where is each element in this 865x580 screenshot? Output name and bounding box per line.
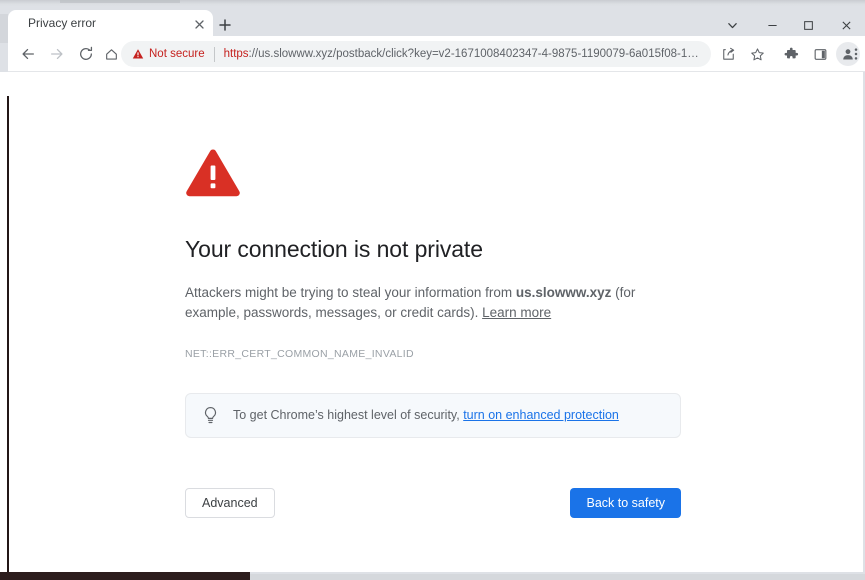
advanced-button[interactable]: Advanced — [185, 487, 275, 518]
warning-triangle-icon — [185, 148, 681, 203]
window-frame-bottom-shadow — [0, 572, 250, 580]
window-frame-left-shadow — [7, 96, 9, 576]
chevron-down-icon[interactable] — [712, 11, 752, 39]
close-icon[interactable] — [191, 16, 207, 32]
error-description: Attackers might be trying to steal your … — [185, 283, 665, 324]
error-code: NET::ERR_CERT_COMMON_NAME_INVALID — [185, 347, 414, 360]
url-scheme: https — [223, 48, 249, 60]
warning-triangle-icon — [132, 48, 144, 60]
address-bar[interactable]: Not secure https://us.slowww.xyz/postbac… — [121, 41, 711, 67]
puzzle-piece-icon[interactable] — [779, 42, 803, 66]
share-icon[interactable] — [716, 42, 740, 66]
lightbulb-icon — [202, 406, 219, 425]
learn-more-link[interactable]: Learn more — [482, 305, 551, 320]
tab-privacy-error[interactable]: Privacy error — [8, 10, 213, 36]
omnibox-divider — [213, 46, 215, 62]
arrow-left-icon[interactable] — [16, 42, 40, 66]
reload-icon[interactable] — [74, 42, 98, 66]
plus-icon[interactable] — [215, 15, 235, 35]
enhanced-protection-link[interactable]: turn on enhanced protection — [463, 408, 619, 422]
back-to-safety-button[interactable]: Back to safety — [570, 487, 681, 518]
tab-strip: Privacy error — [0, 7, 865, 43]
arrow-right-icon[interactable] — [45, 42, 69, 66]
side-panel-icon[interactable] — [808, 42, 832, 66]
ssl-interstitial: Your connection is not private Attackers… — [185, 148, 681, 518]
interstitial-actions: Advanced Back to safety — [185, 487, 681, 518]
maximize-icon[interactable] — [788, 11, 828, 39]
not-secure-label: Not secure — [149, 48, 205, 60]
page-viewport: Your connection is not private Attackers… — [8, 72, 863, 572]
home-icon[interactable] — [99, 42, 123, 66]
star-icon[interactable] — [745, 42, 769, 66]
enhanced-protection-notice: To get Chrome’s highest level of securit… — [185, 392, 681, 438]
minimize-icon[interactable] — [752, 11, 792, 39]
window-top-edge-accent — [60, 0, 180, 3]
enhanced-protection-text: To get Chrome’s highest level of securit… — [233, 407, 619, 425]
window-top-edge — [0, 0, 865, 7]
not-secure-badge[interactable]: Not secure — [121, 48, 205, 60]
browser-window: Privacy error Not secure https://us.slow… — [0, 0, 865, 580]
error-description-prefix: Attackers might be trying to steal your … — [185, 284, 516, 300]
window-frame-bottom — [250, 574, 865, 580]
browser-toolbar: Not secure https://us.slowww.xyz/postbac… — [8, 36, 865, 72]
tab-title: Privacy error — [28, 16, 97, 30]
url-text[interactable]: https://us.slowww.xyz/postback/click?key… — [224, 48, 711, 60]
window-left-edge — [0, 14, 8, 43]
enhanced-protection-text-prefix: To get Chrome’s highest level of securit… — [233, 407, 464, 422]
page-title: Your connection is not private — [185, 236, 483, 262]
three-dot-menu-icon[interactable] — [846, 42, 865, 66]
close-icon[interactable] — [826, 11, 865, 39]
error-hostname: us.slowww.xyz — [515, 284, 612, 300]
url-rest: ://us.slowww.xyz/postback/click?key=v2-1… — [248, 48, 699, 60]
